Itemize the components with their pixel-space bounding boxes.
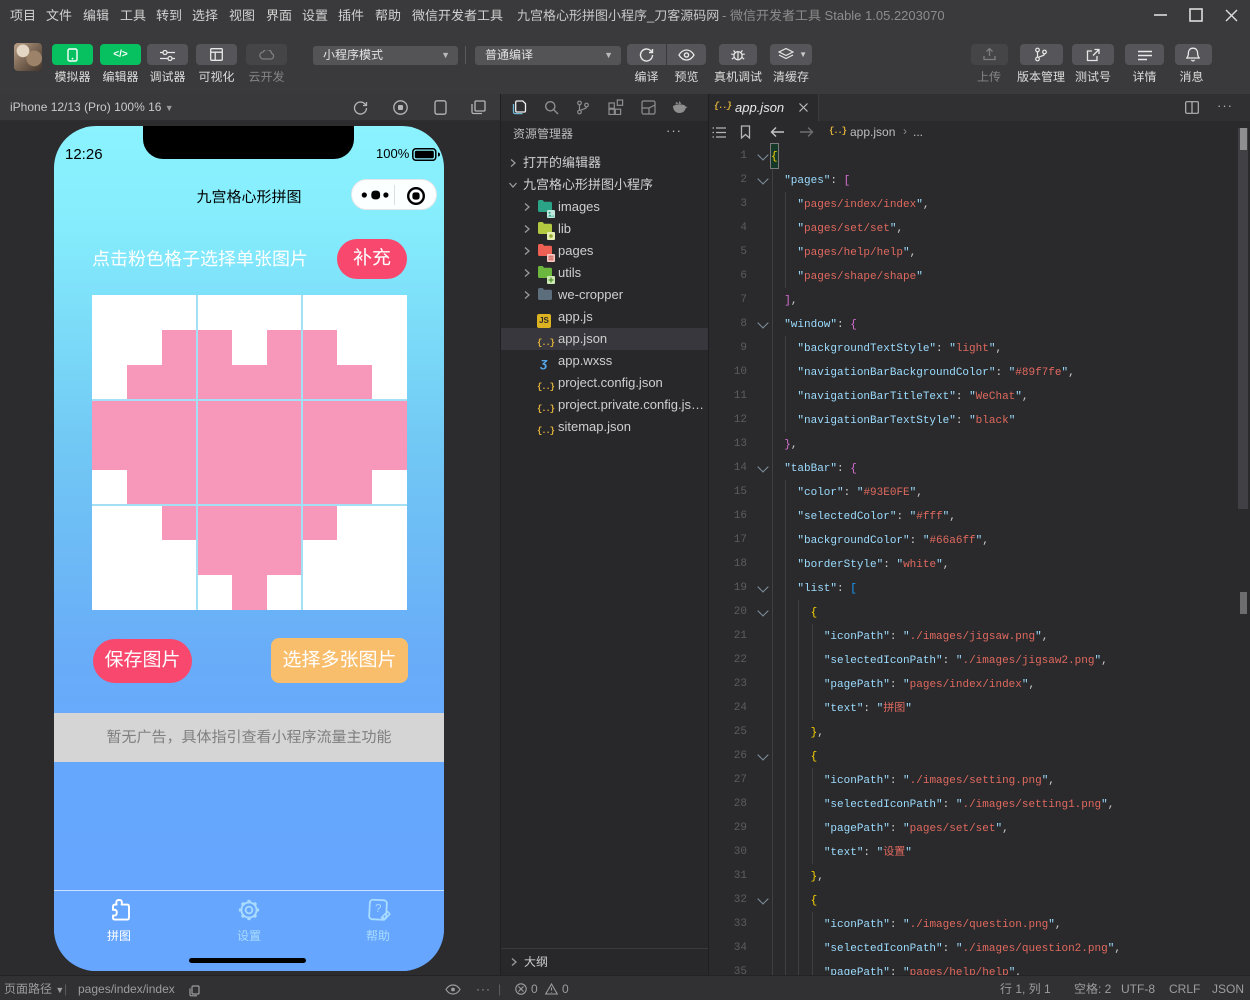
- svg-text:?: ?: [374, 903, 381, 915]
